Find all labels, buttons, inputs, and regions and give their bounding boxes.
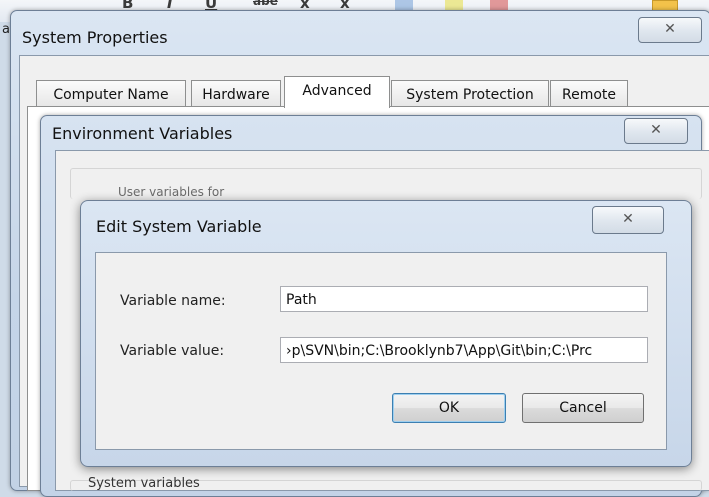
- font-color-icon: [490, 0, 508, 10]
- system-properties-close-button[interactable]: ✕: [638, 17, 702, 43]
- variable-name-input[interactable]: Path: [280, 286, 648, 312]
- tab-computer-name[interactable]: Computer Name: [36, 80, 186, 107]
- text-effects-icon: [395, 0, 413, 10]
- tab-label: System Protection: [406, 87, 534, 103]
- tab-label: Computer Name: [53, 87, 169, 103]
- ok-button[interactable]: OK: [392, 393, 506, 423]
- tab-advanced[interactable]: Advanced: [284, 76, 390, 108]
- edit-system-variable-title: Edit System Variable: [96, 217, 262, 236]
- edit-system-variable-close-button[interactable]: ✕: [592, 206, 664, 234]
- close-icon: ✕: [664, 21, 676, 37]
- system-properties-title: System Properties: [22, 28, 168, 47]
- strikethrough-icon: abe: [253, 0, 278, 8]
- environment-variables-title: Environment Variables: [52, 124, 233, 143]
- variable-value-input[interactable]: ›p\SVN\bin;C:\Brooklynb7\App\Git\bin;C:\…: [280, 337, 648, 363]
- tab-hardware[interactable]: Hardware: [191, 80, 281, 107]
- background-document-letter: a: [2, 22, 10, 37]
- variable-value-label: Variable value:: [120, 343, 225, 359]
- user-variables-label: User variables for: [118, 185, 225, 199]
- close-icon: ✕: [650, 122, 662, 138]
- variable-name-label: Variable name:: [120, 293, 226, 309]
- highlight-icon: [445, 0, 463, 10]
- tab-label: Hardware: [202, 87, 270, 103]
- environment-variables-close-button[interactable]: ✕: [624, 118, 688, 144]
- tab-system-protection[interactable]: System Protection: [391, 80, 549, 107]
- close-icon: ✕: [622, 211, 634, 227]
- tab-label: Remote: [561, 87, 617, 103]
- cancel-button[interactable]: Cancel: [522, 393, 644, 423]
- tab-remote[interactable]: Remote: [550, 80, 628, 107]
- tab-label: Advanced: [302, 83, 372, 99]
